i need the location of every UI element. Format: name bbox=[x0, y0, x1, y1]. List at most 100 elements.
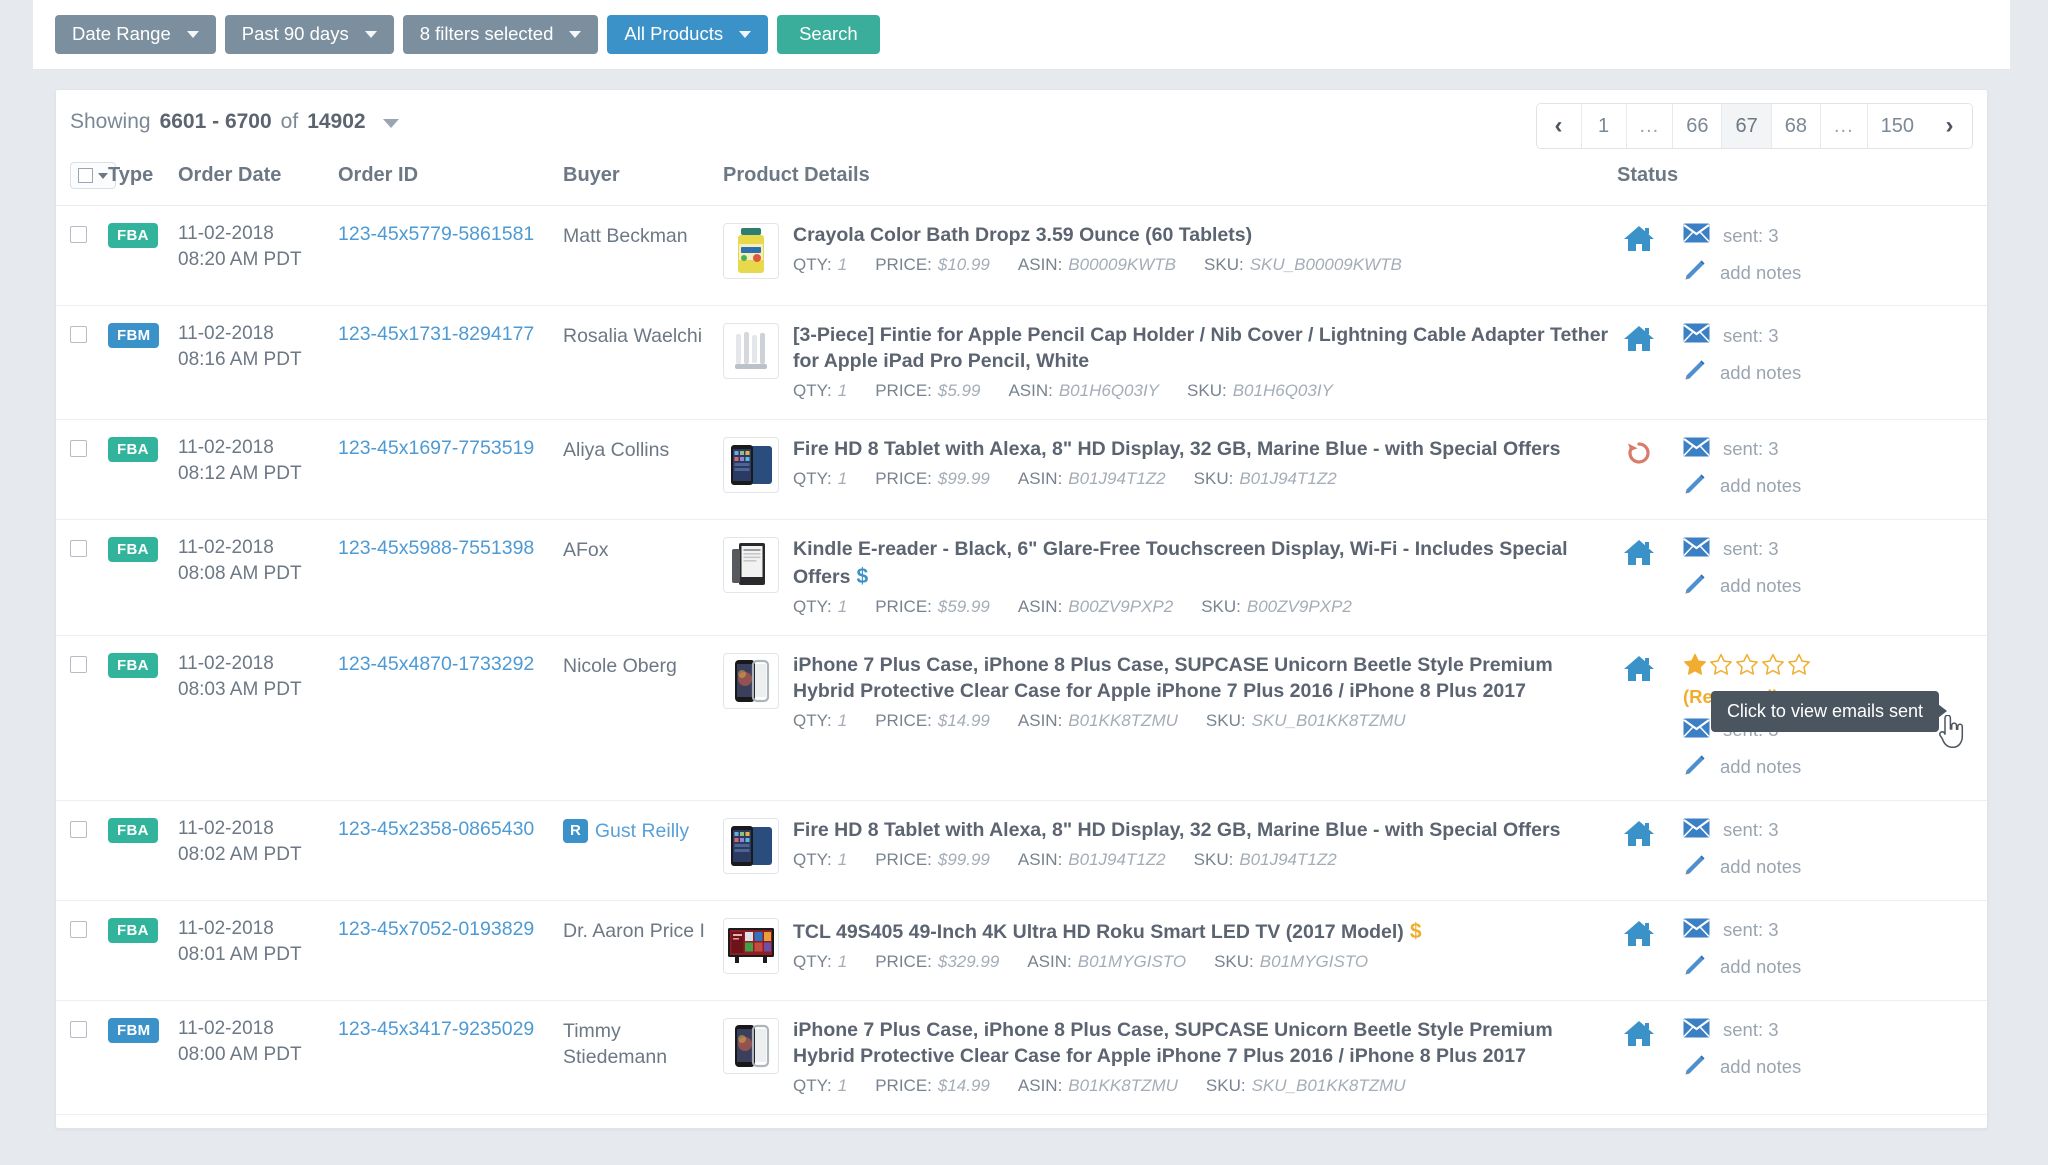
emails-sent-line[interactable]: sent: 3 bbox=[1683, 437, 1801, 462]
add-notes-label: add notes bbox=[1720, 856, 1802, 878]
product-thumbnail[interactable] bbox=[723, 536, 779, 593]
order-id-link[interactable]: 123-45x4870-1733292 bbox=[338, 653, 534, 675]
order-date: 11-02-2018 bbox=[178, 1017, 274, 1039]
product-thumbnail[interactable] bbox=[723, 436, 779, 493]
product-title[interactable]: [3-Piece] Fintie for Apple Pencil Cap Ho… bbox=[793, 323, 1617, 375]
buyer-cell: AFox bbox=[563, 519, 723, 636]
row-checkbox[interactable] bbox=[70, 820, 87, 838]
emails-sent-line[interactable]: sent: 3 bbox=[1683, 918, 1801, 943]
price-value: $329.99 bbox=[937, 951, 1000, 971]
order-id-link[interactable]: 123-45x5779-5861581 bbox=[338, 223, 534, 245]
header-status[interactable]: Status bbox=[1617, 162, 1987, 206]
header-type[interactable]: Type bbox=[108, 162, 178, 206]
row-checkbox[interactable] bbox=[70, 326, 87, 343]
product-thumbnail[interactable] bbox=[723, 652, 779, 709]
order-id-link[interactable]: 123-45x7052-0193829 bbox=[338, 918, 534, 940]
emails-sent-line[interactable]: sent: 3 bbox=[1683, 223, 1801, 248]
showing-summary[interactable]: Showing 6601 - 6700 of 14902 bbox=[70, 110, 399, 134]
row-checkbox[interactable] bbox=[70, 655, 87, 673]
product-details-cell: TCL 49S405 49-Inch 4K Ultra HD Roku Smar… bbox=[723, 900, 1617, 1001]
pagination-next[interactable]: › bbox=[1927, 104, 1972, 148]
search-button[interactable]: Search bbox=[777, 15, 880, 54]
home-icon[interactable] bbox=[1617, 323, 1661, 352]
checkbox-icon bbox=[78, 168, 93, 183]
product-title[interactable]: iPhone 7 Plus Case, iPhone 8 Plus Case, … bbox=[793, 653, 1617, 705]
row-checkbox[interactable] bbox=[70, 226, 87, 243]
qty-label: QTY: bbox=[793, 596, 832, 616]
home-icon[interactable] bbox=[1617, 223, 1661, 252]
row-checkbox[interactable] bbox=[70, 1020, 87, 1038]
order-id-link[interactable]: 123-45x2358-0865430 bbox=[338, 818, 534, 840]
order-id-link[interactable]: 123-45x1697-7753519 bbox=[338, 437, 534, 459]
add-notes-line[interactable]: add notes bbox=[1683, 853, 1801, 882]
emails-sent-line[interactable]: sent: 3 bbox=[1683, 537, 1801, 562]
pagination-page-150[interactable]: 150 bbox=[1867, 104, 1927, 148]
product-title[interactable]: iPhone 7 Plus Case, iPhone 8 Plus Case, … bbox=[793, 1018, 1617, 1070]
period-button[interactable]: Past 90 days bbox=[224, 15, 394, 54]
add-notes-line[interactable]: add notes bbox=[1683, 953, 1801, 982]
emails-sent-line[interactable]: sent: 3 bbox=[1683, 1018, 1801, 1043]
order-time: 08:00 AM PDT bbox=[178, 1043, 302, 1065]
emails-sent-line[interactable]: sent: 3 bbox=[1683, 323, 1801, 348]
product-title[interactable]: Fire HD 8 Tablet with Alexa, 8" HD Displ… bbox=[793, 437, 1617, 463]
sku-value: B01H6Q03IY bbox=[1232, 380, 1333, 400]
add-notes-line[interactable]: add notes bbox=[1683, 258, 1801, 287]
header-product-details[interactable]: Product Details bbox=[723, 162, 1617, 206]
header-order-date[interactable]: Order Date bbox=[178, 162, 338, 206]
period-label: Past 90 days bbox=[241, 23, 349, 45]
qty-label: QTY: bbox=[793, 849, 832, 869]
product-thumbnail[interactable] bbox=[723, 1017, 779, 1074]
emails-sent-line[interactable]: sent: 3 bbox=[1683, 818, 1801, 843]
product-title[interactable]: Crayola Color Bath Dropz 3.59 Ounce (60 … bbox=[793, 223, 1617, 249]
chevron-down-icon[interactable] bbox=[382, 119, 399, 128]
price-value: $59.99 bbox=[937, 596, 990, 616]
product-title[interactable]: TCL 49S405 49-Inch 4K Ultra HD Roku Smar… bbox=[793, 918, 1617, 946]
add-notes-line[interactable]: add notes bbox=[1683, 358, 1801, 387]
filters-button[interactable]: 8 filters selected bbox=[402, 15, 599, 54]
order-id-link[interactable]: 123-45x5988-7551398 bbox=[338, 537, 534, 559]
product-thumbnail[interactable] bbox=[723, 817, 779, 874]
pagination-prev[interactable]: ‹ bbox=[1536, 104, 1582, 148]
review-rating[interactable] bbox=[1683, 653, 1811, 676]
buyer-name-link[interactable]: Gust Reilly bbox=[595, 820, 689, 842]
product-title[interactable]: Fire HD 8 Tablet with Alexa, 8" HD Displ… bbox=[793, 818, 1617, 844]
add-notes-line[interactable]: add notes bbox=[1683, 572, 1801, 601]
row-checkbox[interactable] bbox=[70, 539, 87, 557]
home-icon[interactable] bbox=[1617, 818, 1661, 847]
pagination-page-1[interactable]: 1 bbox=[1581, 104, 1627, 148]
product-details-cell: Crayola Color Bath Dropz 3.59 Ounce (60 … bbox=[723, 205, 1617, 306]
fulfillment-type-cell: FBA bbox=[108, 900, 178, 1001]
add-notes-line[interactable]: add notes bbox=[1683, 1053, 1801, 1082]
product-details-cell: Converse Unisex Chuck Taylor All Star Lo… bbox=[723, 1114, 1617, 1128]
header-order-id[interactable]: Order ID bbox=[338, 162, 563, 206]
product-title[interactable]: Kindle E-reader - Black, 6" Glare-Free T… bbox=[793, 537, 1617, 591]
pagination-page-68[interactable]: 68 bbox=[1771, 104, 1821, 148]
row-select-cell bbox=[56, 1000, 108, 1115]
sku-value: B01J94T1Z2 bbox=[1239, 468, 1337, 488]
asin-label: ASIN: bbox=[1017, 710, 1063, 730]
home-icon[interactable] bbox=[1617, 653, 1661, 682]
product-thumbnail[interactable] bbox=[723, 917, 779, 974]
row-checkbox[interactable] bbox=[70, 439, 87, 457]
product-thumbnail[interactable] bbox=[723, 323, 779, 379]
home-icon[interactable] bbox=[1617, 918, 1661, 947]
add-notes-line[interactable]: add notes bbox=[1683, 753, 1811, 782]
refund-icon[interactable] bbox=[1617, 437, 1661, 467]
header-buyer[interactable]: Buyer bbox=[563, 162, 723, 206]
order-id-link[interactable]: 123-45x3417-9235029 bbox=[338, 1018, 534, 1040]
row-checkbox[interactable] bbox=[70, 920, 87, 938]
order-id-link[interactable]: 123-45x1731-8294177 bbox=[338, 323, 534, 345]
pagination-page-66[interactable]: 66 bbox=[1673, 104, 1723, 148]
add-notes-line[interactable]: add notes bbox=[1683, 472, 1801, 501]
products-button[interactable]: All Products bbox=[607, 15, 769, 54]
asin-value: B01J94T1Z2 bbox=[1068, 468, 1166, 488]
product-details-cell: [3-Piece] Fintie for Apple Pencil Cap Ho… bbox=[723, 305, 1617, 420]
home-icon[interactable] bbox=[1617, 537, 1661, 566]
date-range-button[interactable]: Date Range bbox=[55, 15, 216, 54]
home-icon[interactable] bbox=[1617, 1018, 1661, 1047]
product-thumbnail[interactable] bbox=[723, 223, 779, 279]
order-date-cell: 11-02-2018 08:00 AM PDT bbox=[178, 1000, 338, 1115]
search-label: Search bbox=[799, 23, 858, 45]
pagination-page-67[interactable]: 67 bbox=[1722, 104, 1772, 148]
product-meta: QTY: 1 PRICE: $14.99 ASIN: B01KK8TZMU SKU: SKU_… bbox=[793, 711, 1617, 731]
